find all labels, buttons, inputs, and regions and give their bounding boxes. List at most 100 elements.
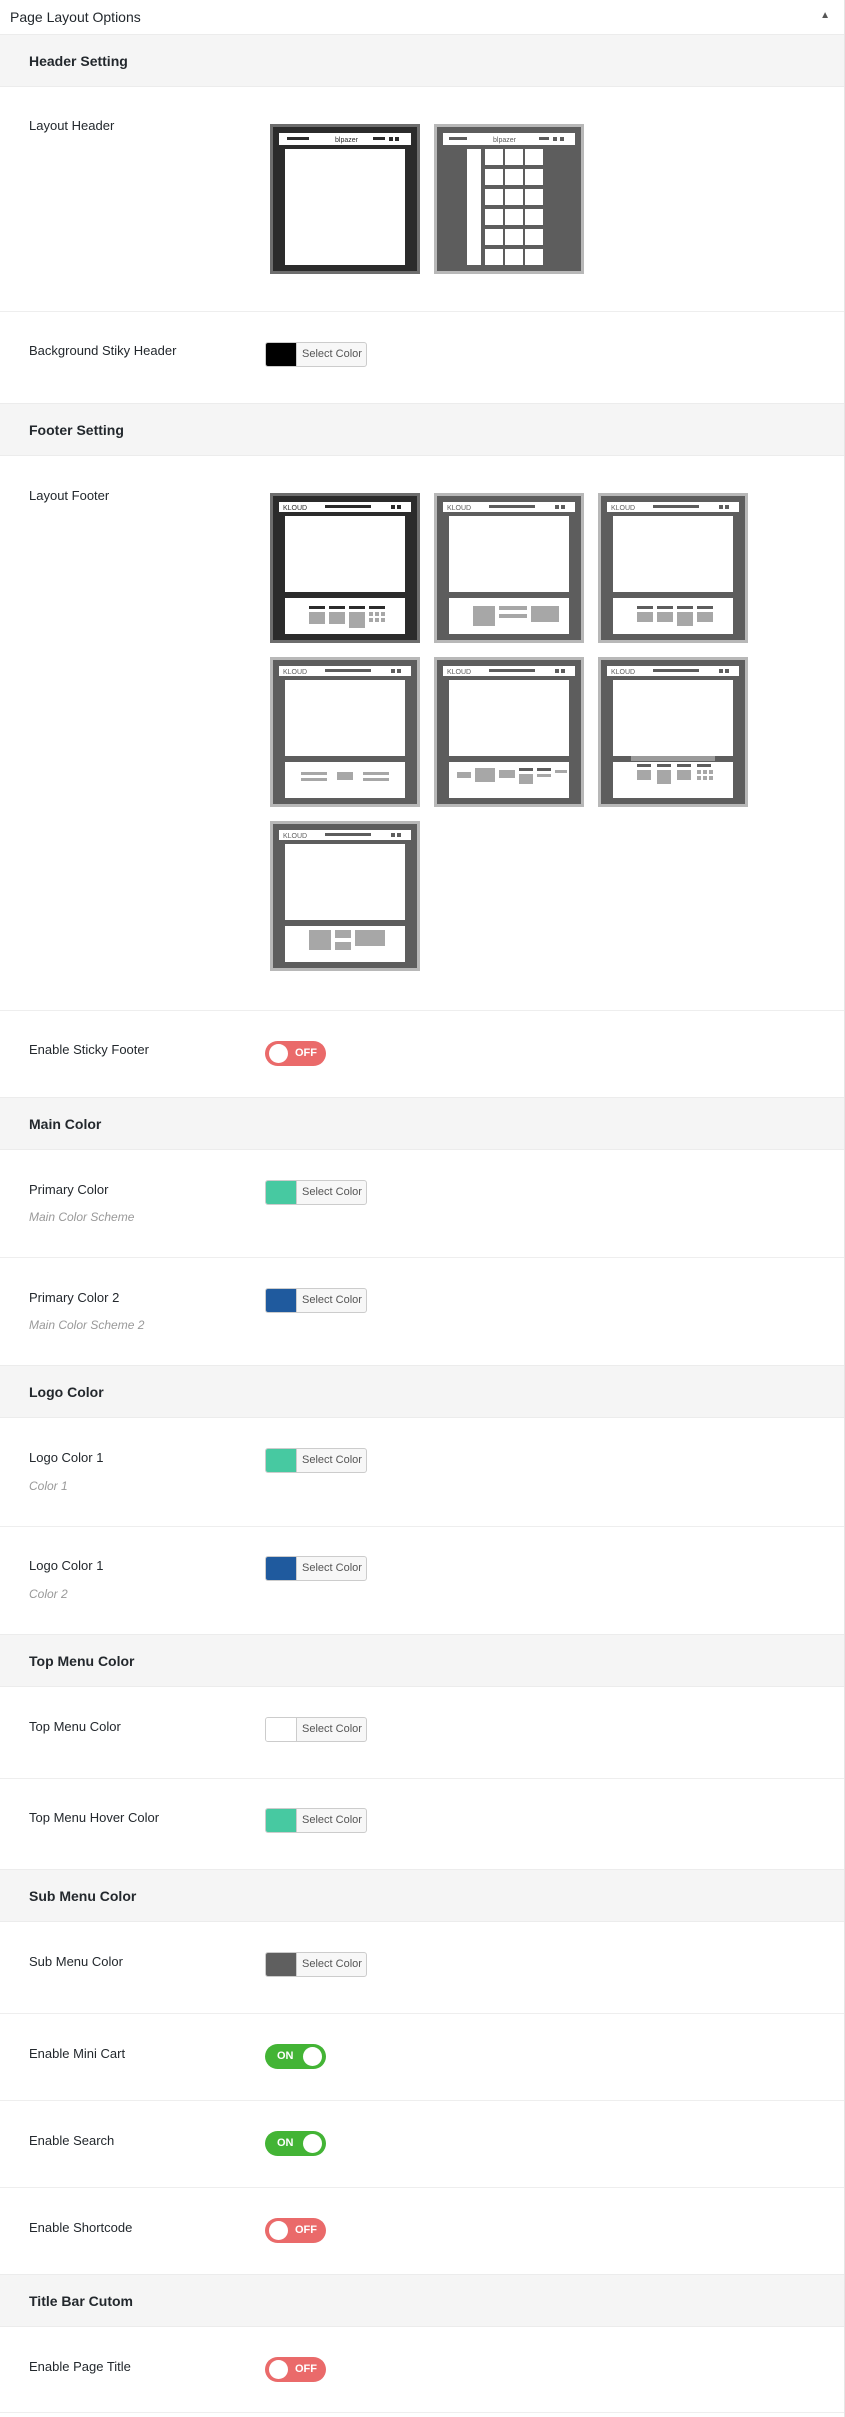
section-title: Logo Color: [29, 1384, 104, 1400]
section-main-color: Main Color: [0, 1097, 844, 1150]
toggle-state: ON: [277, 2137, 294, 2149]
bg-sticky-header-label: Background Stiky Header: [29, 343, 177, 358]
top-menu-hover-label: Top Menu Hover Color: [29, 1810, 160, 1825]
select-color-button[interactable]: Select Color: [296, 1718, 366, 1741]
divider: [0, 1526, 844, 1527]
sub-menu-color-picker[interactable]: Select Color: [265, 1952, 367, 1977]
sub-menu-color-label: Sub Menu Color: [29, 1954, 123, 1969]
section-title: Top Menu Color: [29, 1653, 135, 1669]
footer-layout-option-2[interactable]: KLOUD: [434, 493, 584, 643]
color-swatch[interactable]: [266, 1289, 296, 1312]
color-swatch[interactable]: [266, 1718, 296, 1741]
primary-color-2-label: Primary Color 2: [29, 1290, 120, 1305]
color-swatch[interactable]: [266, 1181, 296, 1204]
select-color-button[interactable]: Select Color: [296, 1557, 366, 1580]
footer-layout-option-3[interactable]: KLOUD: [598, 493, 748, 643]
section-title: Footer Setting: [29, 422, 124, 438]
logo-color-2-picker[interactable]: Select Color: [265, 1556, 367, 1581]
logo-color-2-label: Logo Color 1: [29, 1558, 104, 1573]
primary-color-label: Primary Color: [29, 1182, 109, 1197]
panel-header[interactable]: Page Layout Options ▲: [0, 0, 844, 35]
thumb-logo-text: KLOUD: [447, 669, 471, 676]
thumb-logo-text: KLOUD: [447, 505, 471, 512]
toggle-knob: [269, 2360, 288, 2379]
page-title-toggle[interactable]: OFF: [265, 2357, 326, 2382]
color-swatch[interactable]: [266, 1449, 296, 1472]
divider: [0, 2187, 844, 2188]
divider: [0, 2100, 844, 2101]
select-color-button[interactable]: Select Color: [296, 1289, 366, 1312]
toggle-state: OFF: [295, 2224, 317, 2236]
toggle-knob: [269, 1044, 288, 1063]
top-menu-color-label: Top Menu Color: [29, 1719, 121, 1734]
bg-sticky-header-color-picker[interactable]: Select Color: [265, 342, 367, 367]
color-swatch[interactable]: [266, 1953, 296, 1976]
footer-layout-option-1[interactable]: KLOUD: [270, 493, 420, 643]
layout-footer-label: Layout Footer: [29, 488, 110, 503]
shortcode-label: Enable Shortcode: [29, 2220, 133, 2235]
page-layout-options-panel: Page Layout Options ▲ Header Setting Lay…: [0, 0, 845, 2417]
toggle-knob: [303, 2134, 322, 2153]
top-menu-hover-color-picker[interactable]: Select Color: [265, 1808, 367, 1833]
select-color-button[interactable]: Select Color: [296, 1449, 366, 1472]
logo-color-1-description: Color 1: [29, 1479, 68, 1493]
toggle-state: OFF: [295, 1047, 317, 1059]
mini-cart-label: Enable Mini Cart: [29, 2046, 126, 2061]
shortcode-toggle[interactable]: OFF: [265, 2218, 326, 2243]
section-header-setting: Header Setting: [0, 34, 844, 87]
header-layout-option-1[interactable]: blpazer: [270, 124, 420, 274]
divider: [0, 311, 844, 312]
thumb-logo-text: KLOUD: [611, 505, 635, 512]
select-color-button[interactable]: Select Color: [296, 1953, 366, 1976]
header-layout-option-2[interactable]: blpazer: [434, 124, 584, 274]
color-swatch[interactable]: [266, 1557, 296, 1580]
section-title: Header Setting: [29, 53, 128, 69]
select-color-button[interactable]: Select Color: [296, 343, 366, 366]
layout-header-label: Layout Header: [29, 118, 115, 133]
select-color-button[interactable]: Select Color: [296, 1181, 366, 1204]
primary-color-description: Main Color Scheme: [29, 1210, 135, 1224]
mini-cart-toggle[interactable]: ON: [265, 2044, 326, 2069]
footer-layout-option-5[interactable]: KLOUD: [434, 657, 584, 807]
footer-layout-option-4[interactable]: KLOUD: [270, 657, 420, 807]
divider: [0, 2013, 844, 2014]
toggle-state: ON: [277, 2050, 294, 2062]
footer-layout-option-6[interactable]: KLOUD: [598, 657, 748, 807]
search-toggle[interactable]: ON: [265, 2131, 326, 2156]
page-title-label: Enable Page Title: [29, 2359, 131, 2374]
toggle-knob: [269, 2221, 288, 2240]
panel-title: Page Layout Options: [10, 9, 141, 25]
logo-color-1-label: Logo Color 1: [29, 1450, 104, 1465]
section-title: Sub Menu Color: [29, 1888, 137, 1904]
divider: [0, 1778, 844, 1779]
footer-layout-option-7[interactable]: KLOUD: [270, 821, 420, 971]
sticky-footer-toggle[interactable]: OFF: [265, 1041, 326, 1066]
color-swatch[interactable]: [266, 1809, 296, 1832]
primary-color-2-description: Main Color Scheme 2: [29, 1318, 145, 1332]
thumb-logo-text: blpazer: [335, 137, 359, 144]
section-title: Title Bar Cutom: [29, 2293, 133, 2309]
section-title: Main Color: [29, 1116, 102, 1132]
divider: [0, 2412, 844, 2413]
thumb-logo-text: blpazer: [493, 137, 517, 144]
thumb-logo-text: KLOUD: [283, 833, 307, 840]
thumb-logo-text: KLOUD: [283, 669, 307, 676]
select-color-button[interactable]: Select Color: [296, 1809, 366, 1832]
top-menu-color-picker[interactable]: Select Color: [265, 1717, 367, 1742]
primary-color-2-picker[interactable]: Select Color: [265, 1288, 367, 1313]
section-title-bar: Title Bar Cutom: [0, 2274, 844, 2327]
thumb-logo-text: KLOUD: [611, 669, 635, 676]
section-top-menu-color: Top Menu Color: [0, 1634, 844, 1687]
primary-color-picker[interactable]: Select Color: [265, 1180, 367, 1205]
toggle-state: OFF: [295, 2363, 317, 2375]
section-logo-color: Logo Color: [0, 1365, 844, 1418]
sticky-footer-label: Enable Sticky Footer: [29, 1042, 149, 1057]
search-label: Enable Search: [29, 2133, 115, 2148]
thumb-logo-text: KLOUD: [283, 505, 307, 512]
toggle-knob: [303, 2047, 322, 2066]
section-sub-menu-color: Sub Menu Color: [0, 1869, 844, 1922]
logo-color-1-picker[interactable]: Select Color: [265, 1448, 367, 1473]
triangle-up-icon[interactable]: ▲: [820, 10, 830, 21]
section-footer-setting: Footer Setting: [0, 403, 844, 456]
color-swatch[interactable]: [266, 343, 296, 366]
